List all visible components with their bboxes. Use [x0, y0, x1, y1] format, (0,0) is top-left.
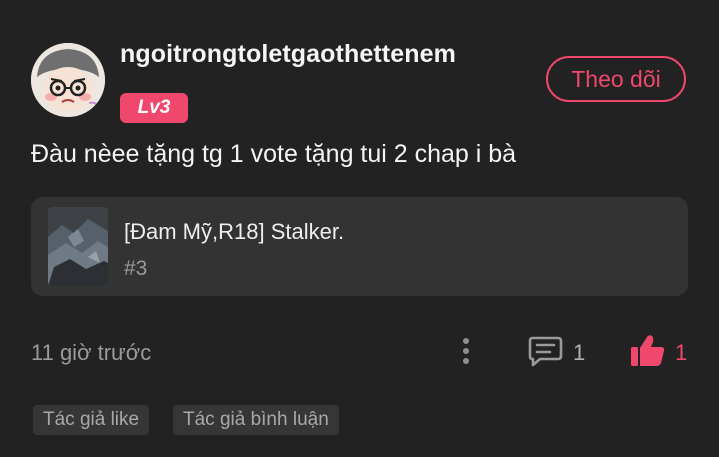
story-card[interactable]: [Đam Mỹ,R18] Stalker. #3 [31, 197, 688, 296]
comment-icon[interactable] [527, 334, 565, 368]
avatar[interactable] [31, 43, 105, 117]
story-cover-image [48, 207, 108, 286]
story-chapter: #3 [124, 257, 148, 280]
tag-author-like: Tác giả like [33, 405, 150, 435]
more-vertical-icon[interactable] [455, 335, 477, 367]
follow-button[interactable]: Theo dõi [546, 56, 686, 102]
avatar-illustration [31, 43, 105, 117]
level-badge: Lv3 [120, 93, 188, 123]
comment-text: Đàu nèee tặng tg 1 vote tặng tui 2 chap … [31, 140, 517, 168]
thumbs-up-icon[interactable] [628, 333, 666, 369]
comment-count: 1 [573, 340, 586, 365]
timestamp: 11 giờ trước [31, 340, 152, 365]
story-title: [Đam Mỹ,R18] Stalker. [124, 219, 345, 244]
like-count: 1 [675, 340, 688, 365]
tag-author-comment: Tác giả bình luận [173, 405, 339, 435]
username[interactable]: ngoitrongtoletgaothettenem [120, 40, 456, 69]
